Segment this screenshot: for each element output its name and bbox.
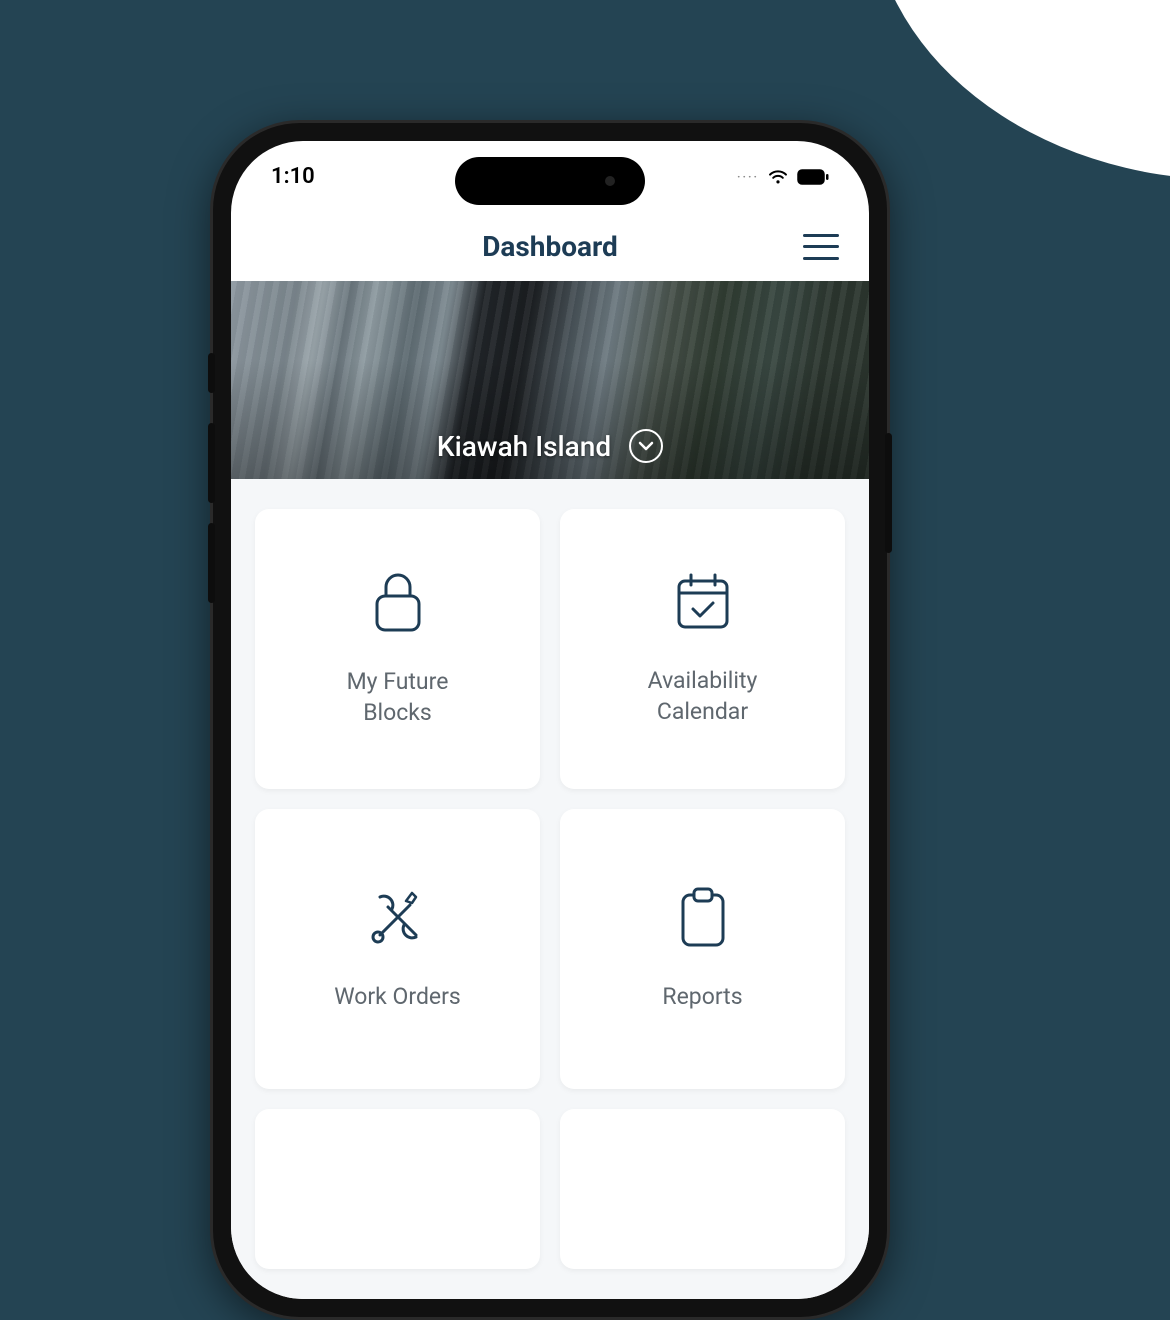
tile-placeholder[interactable] bbox=[560, 1109, 845, 1269]
page-title: Dashboard bbox=[482, 230, 618, 263]
battery-icon bbox=[797, 169, 829, 185]
tile-reports[interactable]: Reports bbox=[560, 809, 845, 1089]
phone-power-button bbox=[885, 433, 892, 553]
tile-grid: My FutureBlocks AvailabilityCalendar bbox=[255, 509, 845, 1089]
content-area: My FutureBlocks AvailabilityCalendar bbox=[231, 479, 869, 1299]
tile-label: Work Orders bbox=[334, 981, 461, 1012]
cellular-dots-icon: ···· bbox=[737, 170, 759, 184]
status-time: 1:10 bbox=[271, 164, 315, 189]
wifi-icon bbox=[767, 169, 789, 185]
status-right: ···· bbox=[737, 169, 829, 185]
tile-future-blocks[interactable]: My FutureBlocks bbox=[255, 509, 540, 789]
hamburger-icon bbox=[803, 245, 839, 248]
hamburger-icon bbox=[803, 234, 839, 237]
property-name: Kiawah Island bbox=[437, 430, 611, 463]
dynamic-island bbox=[455, 157, 645, 205]
lock-icon bbox=[371, 570, 425, 638]
phone-screen: 1:10 ···· Dashbo bbox=[231, 141, 869, 1299]
background-curve bbox=[870, 0, 1170, 180]
property-hero[interactable]: Kiawah Island bbox=[231, 281, 869, 479]
tile-availability-calendar[interactable]: AvailabilityCalendar bbox=[560, 509, 845, 789]
phone-side-button bbox=[208, 353, 215, 393]
tools-icon bbox=[366, 885, 430, 953]
phone-frame: 1:10 ···· Dashbo bbox=[210, 120, 890, 1320]
tile-label: AvailabilityCalendar bbox=[648, 665, 758, 727]
nav-bar: Dashboard bbox=[231, 212, 869, 281]
property-selector[interactable]: Kiawah Island bbox=[231, 429, 869, 463]
tile-grid-row3 bbox=[255, 1109, 845, 1269]
clipboard-icon bbox=[677, 885, 729, 953]
calendar-check-icon bbox=[673, 571, 733, 637]
menu-button[interactable] bbox=[803, 234, 839, 260]
chevron-down-icon bbox=[629, 429, 663, 463]
tile-placeholder[interactable] bbox=[255, 1109, 540, 1269]
tile-work-orders[interactable]: Work Orders bbox=[255, 809, 540, 1089]
phone-volume-up bbox=[208, 423, 215, 503]
tile-label: My FutureBlocks bbox=[347, 666, 449, 728]
hamburger-icon bbox=[803, 257, 839, 260]
tile-label: Reports bbox=[662, 981, 742, 1012]
phone-volume-down bbox=[208, 523, 215, 603]
